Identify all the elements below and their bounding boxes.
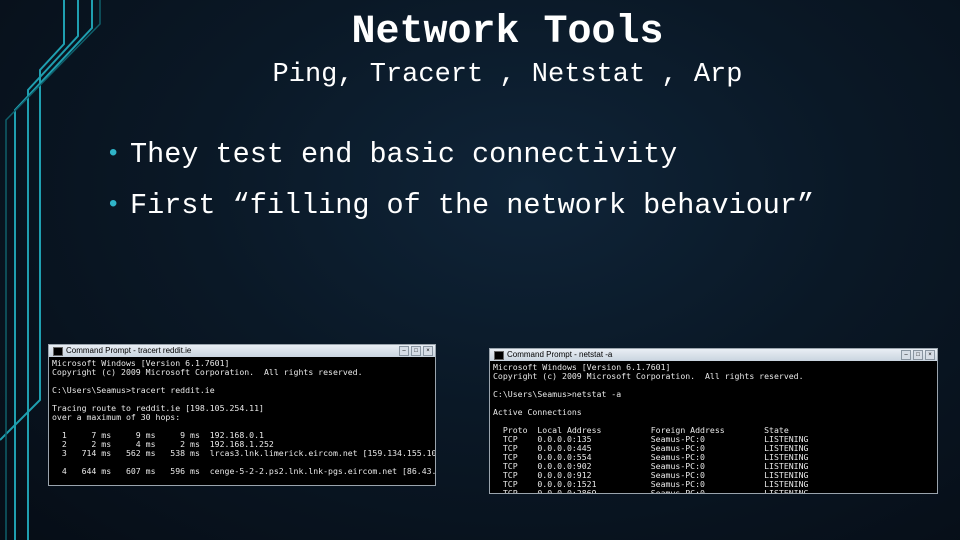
console-line: Copyright (c) 2009 Microsoft Corporation…: [52, 367, 363, 377]
window-controls: – □ ×: [901, 350, 935, 360]
tracert-window-titlebar[interactable]: Command Prompt - tracert reddit.ie – □ ×: [49, 345, 435, 357]
bullet-dot-icon: •: [106, 192, 121, 219]
window-controls: – □ ×: [399, 346, 433, 356]
bullet-item: • They test end basic connectivity: [106, 135, 814, 186]
bullet-text: First “filling of the network behaviour”: [130, 189, 815, 222]
netstat-window[interactable]: Command Prompt - netstat -a – □ × Micros…: [489, 348, 938, 494]
command-prompt-icon: [53, 346, 63, 356]
command-prompt-icon: [494, 350, 504, 360]
console-line: 3 714 ms 562 ms 538 ms lrcas3.lnk.limeri…: [52, 448, 436, 458]
console-line: TCP 0.0.0.0:2869 Seamus-PC:0 LISTENING: [493, 488, 809, 494]
netstat-window-titlebar[interactable]: Command Prompt - netstat -a – □ ×: [490, 349, 937, 361]
tracert-window-title: Command Prompt - tracert reddit.ie: [66, 346, 192, 355]
maximize-icon[interactable]: □: [411, 346, 421, 356]
bullet-list: • They test end basic connectivity • First…: [106, 135, 814, 237]
console-line: Active Connections: [493, 407, 582, 417]
maximize-icon[interactable]: □: [913, 350, 923, 360]
close-icon[interactable]: ×: [423, 346, 433, 356]
netstat-console-output[interactable]: Microsoft Windows [Version 6.1.7601] Copy…: [490, 361, 937, 494]
bullet-dot-icon: •: [106, 141, 121, 168]
bullet-text: They test end basic connectivity: [130, 138, 678, 171]
slide-title: Network Tools: [351, 10, 664, 55]
tracert-console-output[interactable]: Microsoft Windows [Version 6.1.7601] Copy…: [49, 357, 435, 478]
console-line: over a maximum of 30 hops:: [52, 412, 181, 422]
tracert-window[interactable]: Command Prompt - tracert reddit.ie – □ ×…: [48, 344, 436, 486]
bullet-item: • First “filling of the network behaviour…: [106, 186, 814, 237]
console-line: C:\Users\Seamus>tracert reddit.ie: [52, 385, 215, 395]
close-icon[interactable]: ×: [925, 350, 935, 360]
console-line: Copyright (c) 2009 Microsoft Corporation…: [493, 371, 804, 381]
netstat-window-title: Command Prompt - netstat -a: [507, 350, 613, 359]
console-line: C:\Users\Seamus>netstat -a: [493, 389, 622, 399]
console-line: 4 644 ms 607 ms 596 ms cenge-5-2-2.ps2.l…: [52, 466, 436, 476]
slide-subtitle: Ping, Tracert , Netstat , Arp: [272, 60, 743, 90]
minimize-icon[interactable]: –: [901, 350, 911, 360]
minimize-icon[interactable]: –: [399, 346, 409, 356]
